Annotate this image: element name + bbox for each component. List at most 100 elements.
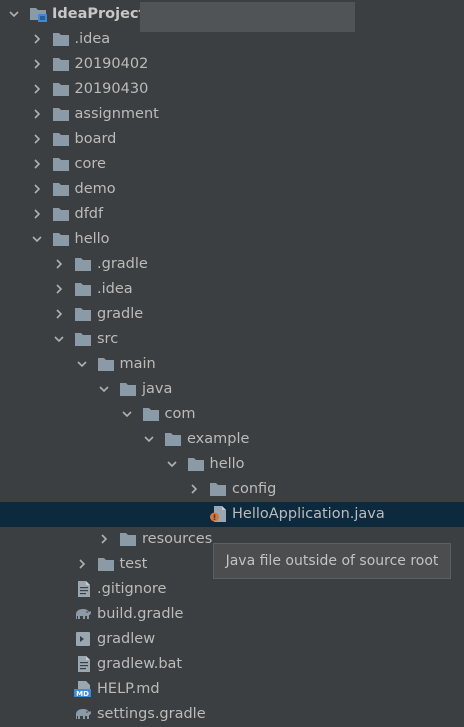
tree-row-label: gradlew.bat (97, 656, 183, 672)
tree-row[interactable]: demo (0, 177, 464, 202)
tree-row[interactable]: build.gradle (0, 602, 464, 627)
chevron-right-icon[interactable] (54, 284, 64, 294)
tree-row[interactable]: 20190430 (0, 77, 464, 102)
chevron-down-icon[interactable] (54, 334, 64, 344)
chevron-right-icon[interactable] (99, 534, 109, 544)
tree-row[interactable]: com (0, 402, 464, 427)
tree-row[interactable]: .idea (0, 27, 464, 52)
folder-icon (52, 206, 70, 222)
chevron-down-icon[interactable] (166, 459, 177, 469)
chevron-right-icon[interactable] (54, 259, 64, 269)
folder-icon (52, 56, 70, 72)
tree-row[interactable]: board (0, 127, 464, 152)
tree-row[interactable]: dfdf (0, 202, 464, 227)
gradle-elephant-icon (74, 606, 92, 622)
tree-row-label: dfdf (74, 206, 104, 222)
chevron-right-icon[interactable] (32, 34, 42, 44)
tree-row-label: .gradle (97, 256, 148, 272)
tree-row-label: example (187, 431, 250, 447)
folder-icon (52, 156, 70, 172)
folder-icon (52, 31, 70, 47)
tree-row-label: com (164, 406, 196, 422)
terminal-file-icon (74, 631, 92, 647)
tree-row-label: 20190402 (74, 56, 149, 72)
folder-icon (164, 431, 182, 447)
tooltip-text: Java file outside of source root (225, 553, 439, 569)
tree-row-label: build.gradle (97, 606, 184, 622)
chevron-down-icon[interactable] (144, 434, 154, 444)
tree-row[interactable]: .gitignore (0, 577, 464, 602)
chevron-right-icon[interactable] (77, 559, 87, 569)
folder-icon (209, 481, 227, 497)
chevron-right-icon[interactable] (32, 159, 42, 169)
tree-row[interactable]: settings.gradle (0, 702, 464, 727)
folder-icon (119, 531, 137, 547)
tree-row-label: gradle (97, 306, 144, 322)
tree-row[interactable]: .idea (0, 277, 464, 302)
gradle-elephant-icon (74, 706, 92, 722)
tree-row-label: demo (74, 181, 116, 197)
tree-row[interactable]: gradle (0, 302, 464, 327)
tree-row-label: test (119, 556, 148, 572)
tree-row-label: hello (74, 231, 110, 247)
tree-row[interactable]: example (0, 427, 464, 452)
tree-row[interactable]: hello (0, 452, 464, 477)
tree-row[interactable]: src (0, 327, 464, 352)
tree-row-label: board (74, 131, 117, 147)
folder-icon (74, 281, 92, 297)
tree-row-label: HELP.md (97, 681, 160, 697)
folder-icon (97, 556, 115, 572)
project-tree[interactable]: IdeaProjects .idea 20190402 20190430 assignm… (0, 2, 464, 727)
chevron-right-icon[interactable] (32, 84, 42, 94)
tree-row[interactable]: .gradle (0, 252, 464, 277)
chevron-right-icon[interactable] (32, 134, 42, 144)
chevron-right-icon[interactable] (32, 209, 42, 219)
folder-icon (52, 131, 70, 147)
tree-row-label: src (97, 331, 119, 347)
chevron-down-icon[interactable] (121, 409, 132, 419)
tree-row-label: assignment (74, 106, 159, 122)
text-file-icon (74, 656, 92, 672)
tree-row[interactable]: gradlew (0, 627, 464, 652)
folder-icon (187, 456, 205, 472)
tree-row[interactable]: config (0, 477, 464, 502)
tree-row[interactable]: MD HELP.md (0, 677, 464, 702)
chevron-right-icon[interactable] (189, 484, 199, 494)
chevron-down-icon[interactable] (31, 234, 42, 244)
tree-row-label: java (142, 381, 173, 397)
tree-row[interactable]: HelloApplication.java (0, 502, 464, 527)
tree-row-label: HelloApplication.java (232, 506, 385, 522)
chevron-right-icon[interactable] (54, 309, 64, 319)
tree-row[interactable]: java (0, 377, 464, 402)
tree-row-label: resources (142, 531, 213, 547)
chevron-down-icon[interactable] (9, 9, 19, 19)
tree-row[interactable]: gradlew.bat (0, 652, 464, 677)
folder-icon (52, 106, 70, 122)
tree-row-label: config (232, 481, 277, 497)
tree-row[interactable]: 20190402 (0, 52, 464, 77)
tree-row[interactable]: assignment (0, 102, 464, 127)
folder-icon (74, 306, 92, 322)
markdown-file-icon: MD (74, 681, 92, 697)
chevron-right-icon[interactable] (32, 109, 42, 119)
tree-row-label: settings.gradle (97, 706, 206, 722)
tree-row[interactable]: hello (0, 227, 464, 252)
project-folder-icon (29, 6, 47, 22)
folder-icon (52, 231, 70, 247)
tree-row-label: .idea (97, 281, 133, 297)
tree-row-label: gradlew (97, 631, 156, 647)
tree-row[interactable]: core (0, 152, 464, 177)
text-file-icon (74, 581, 92, 597)
chevron-right-icon[interactable] (32, 184, 42, 194)
folder-icon (52, 81, 70, 97)
tree-row[interactable]: IdeaProjects (0, 2, 464, 32)
folder-icon (74, 331, 92, 347)
chevron-down-icon[interactable] (99, 384, 109, 394)
java-file-icon (209, 506, 227, 522)
tree-row[interactable]: main (0, 352, 464, 377)
folder-icon (142, 406, 160, 422)
chevron-right-icon[interactable] (32, 59, 42, 69)
folder-icon (52, 181, 70, 197)
tree-row-label: .idea (74, 31, 111, 47)
chevron-down-icon[interactable] (76, 359, 87, 369)
